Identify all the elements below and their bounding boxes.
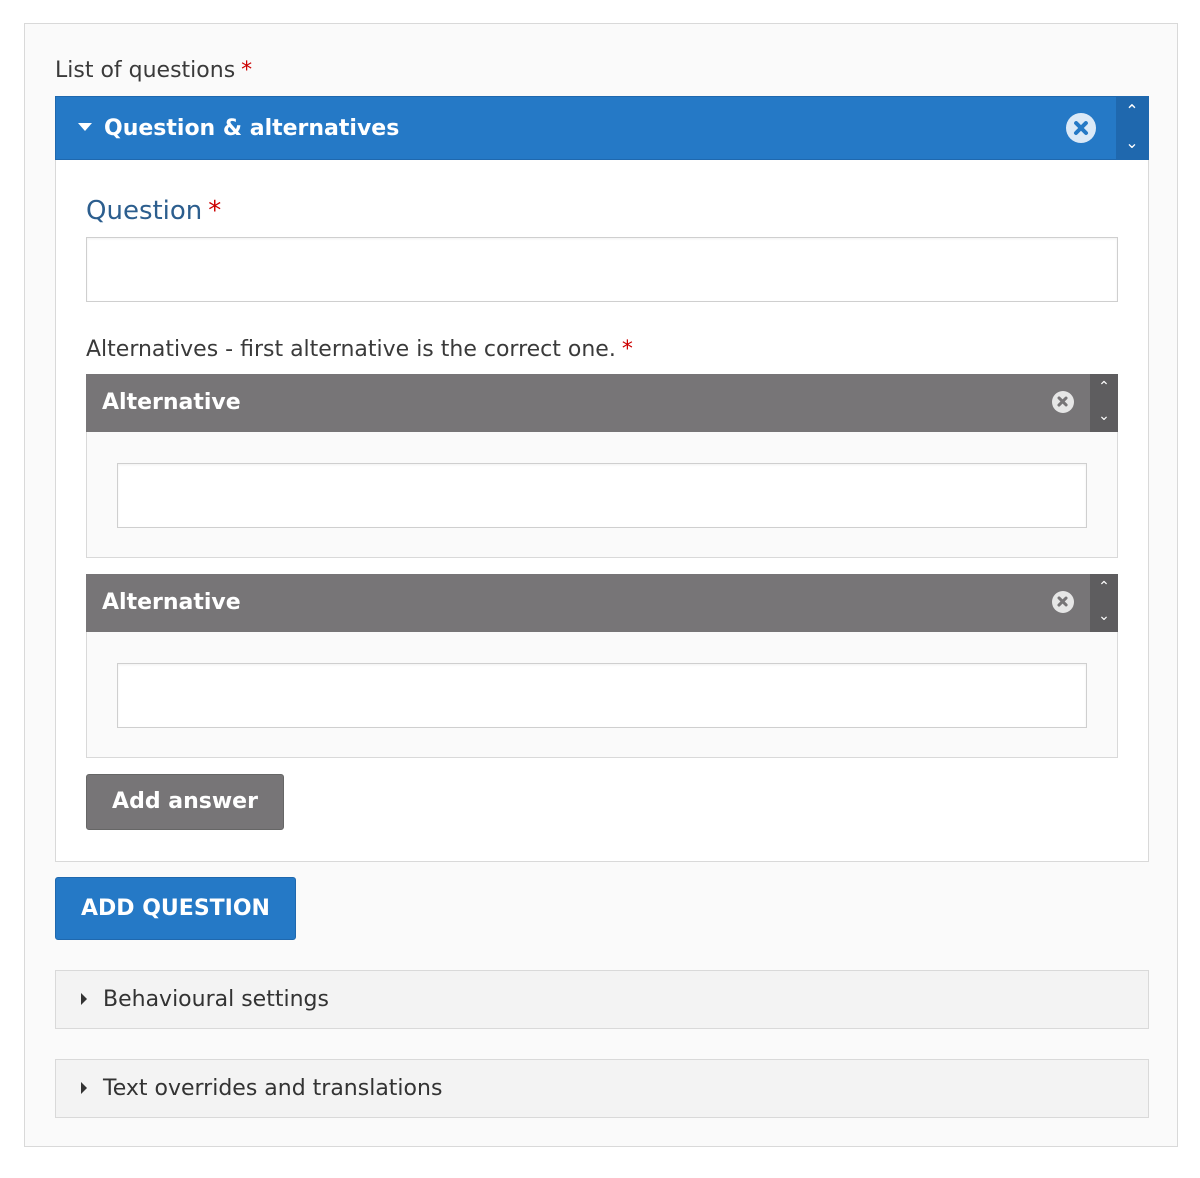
reorder-controls: ⌃ ⌄	[1090, 374, 1118, 432]
question-label-text: Question	[86, 196, 203, 226]
move-down-icon[interactable]: ⌄	[1090, 406, 1118, 426]
alternative-header[interactable]: Alternative ⌃ ⌄	[86, 374, 1118, 432]
text-overrides-section[interactable]: Text overrides and translations	[55, 1059, 1149, 1118]
reorder-controls: ⌃ ⌄	[1090, 574, 1118, 632]
alternatives-label: Alternatives - first alternative is the …	[86, 335, 633, 365]
section-title: Text overrides and translations	[103, 1076, 443, 1101]
expand-caret-icon	[81, 1082, 87, 1094]
move-down-icon[interactable]: ⌄	[1090, 606, 1118, 626]
list-of-questions-label: List of questions *	[55, 56, 252, 86]
remove-alternative-icon[interactable]	[1052, 391, 1074, 413]
alternative-input[interactable]	[117, 463, 1087, 528]
question-input[interactable]	[86, 237, 1118, 302]
collapse-caret-icon[interactable]	[78, 123, 92, 131]
behavioural-settings-section[interactable]: Behavioural settings	[55, 970, 1149, 1029]
list-label-text: List of questions	[55, 58, 236, 83]
add-answer-button[interactable]: Add answer	[86, 774, 284, 830]
required-marker: *	[241, 58, 253, 83]
alternative-title: Alternative	[102, 590, 241, 615]
alternative-input[interactable]	[117, 663, 1087, 728]
move-up-icon[interactable]: ⌃	[1116, 101, 1148, 121]
required-marker: *	[621, 337, 633, 362]
alternative-title: Alternative	[102, 390, 241, 415]
move-up-icon[interactable]: ⌃	[1090, 577, 1118, 597]
add-question-button[interactable]: ADD QUESTION	[55, 877, 296, 940]
move-down-icon[interactable]: ⌄	[1116, 133, 1148, 153]
section-title: Behavioural settings	[103, 987, 329, 1012]
question-group-title: Question & alternatives	[104, 116, 400, 141]
required-marker: *	[208, 196, 222, 226]
expand-caret-icon	[81, 993, 87, 1005]
remove-alternative-icon[interactable]	[1052, 591, 1074, 613]
reorder-controls: ⌃ ⌄	[1116, 97, 1148, 159]
question-group-header[interactable]: Question & alternatives ⌃ ⌄	[55, 96, 1149, 160]
alternative-header[interactable]: Alternative ⌃ ⌄	[86, 574, 1118, 632]
question-label: Question *	[86, 194, 221, 228]
move-up-icon[interactable]: ⌃	[1090, 377, 1118, 397]
remove-question-icon[interactable]	[1066, 113, 1096, 143]
alternatives-label-text: Alternatives - first alternative is the …	[86, 337, 616, 362]
